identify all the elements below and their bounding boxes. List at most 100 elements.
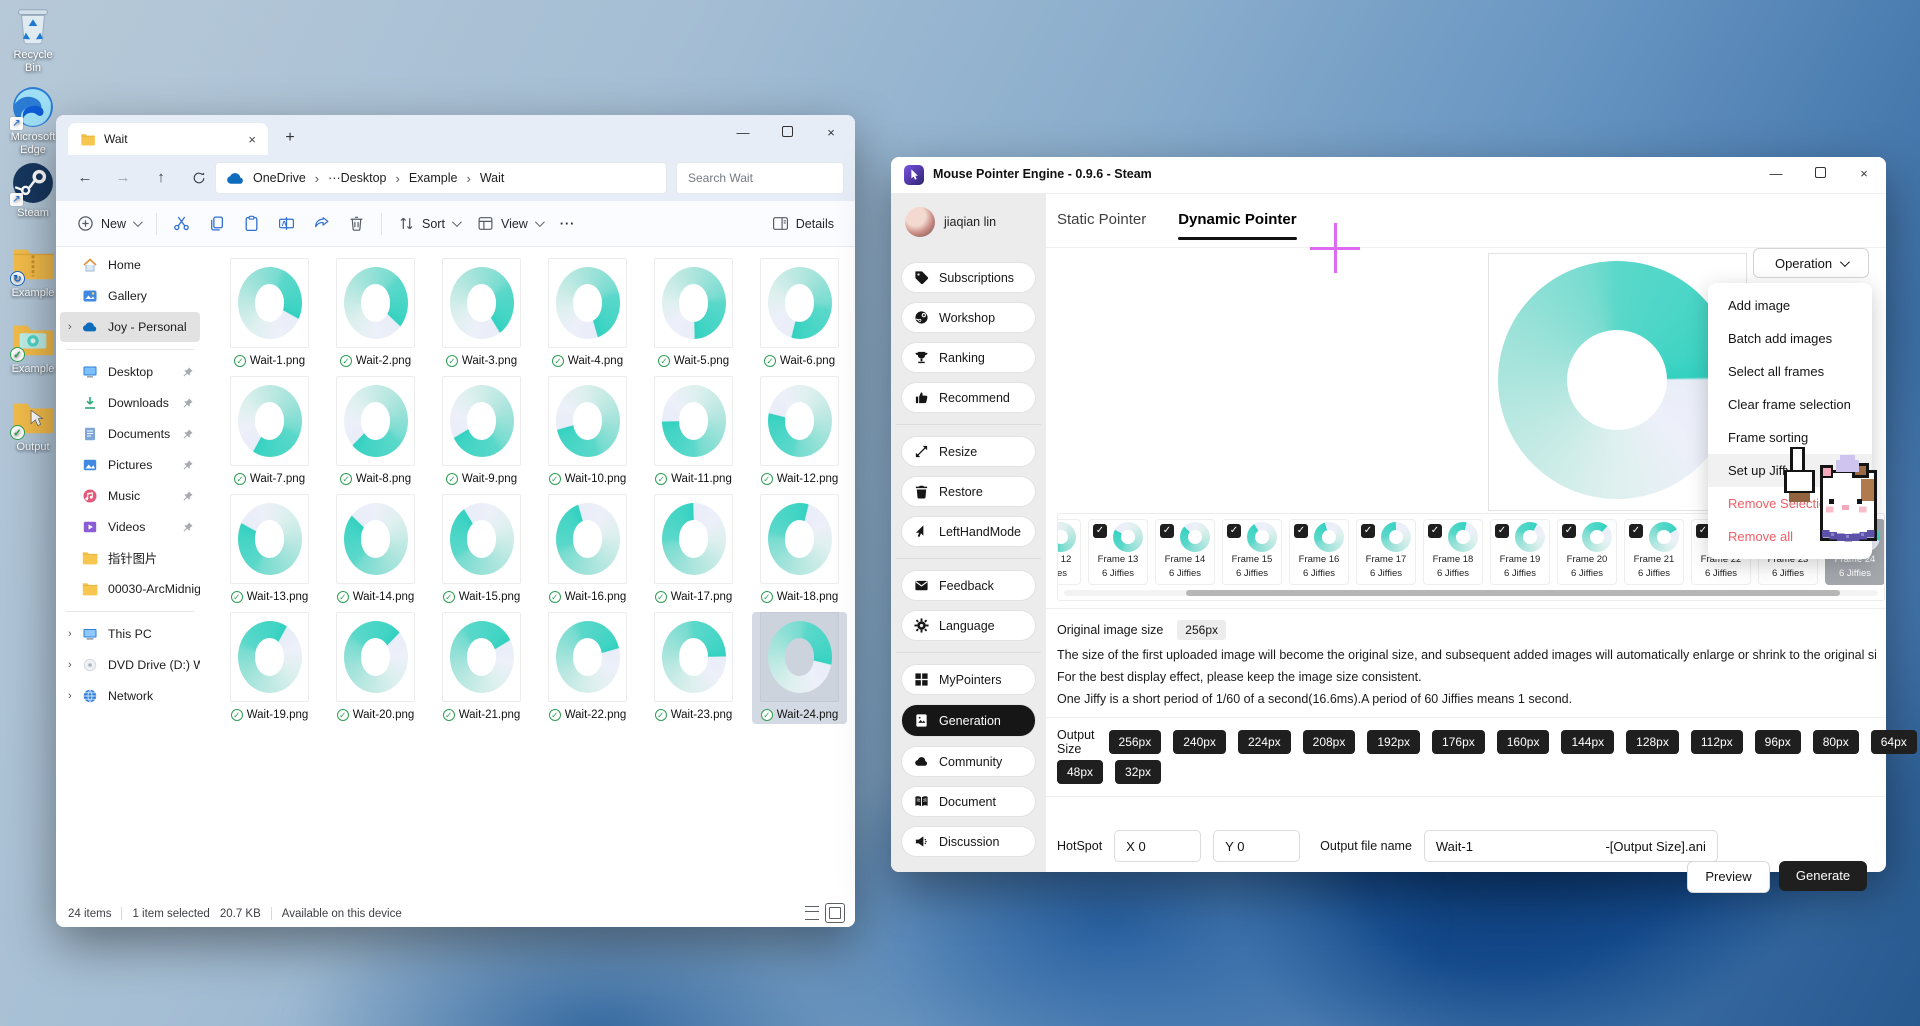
menu-item-clear-frame-selection[interactable]: Clear frame selection: [1708, 388, 1872, 421]
file-wait-16-png[interactable]: ✓ Wait-16.png: [540, 494, 635, 606]
paste-button[interactable]: [234, 208, 269, 240]
frame-checkbox[interactable]: ✓: [1160, 524, 1174, 538]
frame-tile-18[interactable]: ✓ Frame 18 6 Jiffies: [1423, 519, 1483, 585]
delete-button[interactable]: [339, 208, 374, 240]
output-size-48px[interactable]: 48px: [1057, 760, 1104, 784]
output-file-name-input[interactable]: Wait-1 -[Output Size].ani: [1423, 830, 1718, 862]
output-size-112px[interactable]: 112px: [1690, 730, 1743, 754]
frame-tile-12[interactable]: ✓Frame 126 Jiffies: [1058, 519, 1081, 585]
sidebar-item-resize[interactable]: Resize: [902, 437, 1035, 466]
output-size-96px[interactable]: 96px: [1754, 730, 1801, 754]
sidebar-item-gallery[interactable]: Gallery: [60, 281, 200, 311]
generate-button[interactable]: Generate: [1779, 861, 1867, 891]
file-wait-4-png[interactable]: ✓ Wait-4.png: [540, 258, 635, 370]
breadcrumb[interactable]: OneDrive › ··· Desktop › Example › Wait: [215, 162, 667, 194]
sidebar-item-ranking[interactable]: Ranking: [902, 343, 1035, 372]
file-wait-15-png[interactable]: ✓ Wait-15.png: [434, 494, 529, 606]
sidebar-item-music[interactable]: Music: [60, 481, 200, 511]
preview-button[interactable]: Preview: [1687, 861, 1770, 893]
close-button[interactable]: ×: [1842, 157, 1886, 191]
file-wait-10-png[interactable]: ✓ Wait-10.png: [540, 376, 635, 488]
sidebar-item-00030-arcmidnight[interactable]: 00030-ArcMidnight: [60, 574, 200, 604]
sidebar-item-videos[interactable]: Videos: [60, 512, 200, 542]
file-wait-2-png[interactable]: ✓ Wait-2.png: [328, 258, 423, 370]
file-wait-23-png[interactable]: ✓ Wait-23.png: [646, 612, 741, 724]
list-view-icon[interactable]: [805, 906, 819, 920]
more-options-button[interactable]: ···: [551, 208, 585, 240]
breadcrumb-item-wait[interactable]: Wait: [480, 171, 505, 185]
file-wait-8-png[interactable]: ✓ Wait-8.png: [328, 376, 423, 488]
frame-tile-16[interactable]: ✓ Frame 16 6 Jiffies: [1289, 519, 1349, 585]
file-wait-6-png[interactable]: ✓ Wait-6.png: [752, 258, 847, 370]
refresh-button[interactable]: [184, 163, 214, 193]
frame-checkbox[interactable]: ✓: [1562, 524, 1576, 538]
cut-button[interactable]: [164, 208, 199, 240]
frame-tile-15[interactable]: ✓ Frame 15 6 Jiffies: [1222, 519, 1282, 585]
frame-tile-17[interactable]: ✓ Frame 17 6 Jiffies: [1356, 519, 1416, 585]
menu-item-select-all-frames[interactable]: Select all frames: [1708, 355, 1872, 388]
sidebar-item-document[interactable]: Document: [902, 787, 1035, 816]
file-wait-17-png[interactable]: ✓ Wait-17.png: [646, 494, 741, 606]
search-input[interactable]: Search Wait: [676, 162, 844, 194]
frame-scrollbar[interactable]: [1186, 590, 1840, 596]
close-button[interactable]: ×: [809, 115, 853, 151]
frame-checkbox[interactable]: ✓: [1093, 524, 1107, 538]
new-button[interactable]: New: [68, 208, 149, 240]
sidebar-item-generation[interactable]: Generation: [902, 705, 1035, 736]
tab-dynamic-pointer[interactable]: Dynamic Pointer: [1178, 211, 1297, 240]
file-wait-7-png[interactable]: ✓ Wait-7.png: [222, 376, 317, 488]
file-wait-3-png[interactable]: ✓ Wait-3.png: [434, 258, 529, 370]
minimize-button[interactable]: —: [721, 115, 765, 151]
sidebar-item-subscriptions[interactable]: Subscriptions: [902, 263, 1035, 292]
share-button[interactable]: [304, 208, 339, 240]
frame-checkbox[interactable]: ✓: [1629, 524, 1643, 538]
file-wait-20-png[interactable]: ✓ Wait-20.png: [328, 612, 423, 724]
file-wait-1-png[interactable]: ✓ Wait-1.png: [222, 258, 317, 370]
forward-button[interactable]: →: [108, 163, 138, 193]
file-wait-14-png[interactable]: ✓ Wait-14.png: [328, 494, 423, 606]
frame-checkbox[interactable]: ✓: [1294, 524, 1308, 538]
sidebar-item-home[interactable]: Home: [60, 250, 200, 280]
sidebar-item-documents[interactable]: Documents: [60, 419, 200, 449]
tab-static-pointer[interactable]: Static Pointer: [1057, 211, 1146, 240]
output-size-160px[interactable]: 160px: [1496, 730, 1550, 754]
sidebar-item-mypointers[interactable]: MyPointers: [902, 665, 1035, 694]
output-size-224px[interactable]: 224px: [1237, 730, 1291, 754]
file-wait-24-png[interactable]: ✓ Wait-24.png: [752, 612, 847, 724]
view-button[interactable]: View: [468, 208, 551, 240]
sidebar-item-pictures[interactable]: Pictures: [60, 450, 200, 480]
desktop-icon-recycle-bin[interactable]: Recycle Bin: [4, 4, 62, 75]
sort-button[interactable]: Sort: [389, 208, 468, 240]
file-wait-12-png[interactable]: ✓ Wait-12.png: [752, 376, 847, 488]
rename-button[interactable]: [269, 208, 304, 240]
sidebar-item-discussion[interactable]: Discussion: [902, 827, 1035, 856]
sidebar-item-this-pc[interactable]: › This PC: [60, 619, 200, 649]
file-wait-18-png[interactable]: ✓ Wait-18.png: [752, 494, 847, 606]
desktop-icon-example[interactable]: ↻ Example: [4, 242, 62, 300]
menu-item-batch-add-images[interactable]: Batch add images: [1708, 322, 1872, 355]
output-size-144px[interactable]: 144px: [1561, 730, 1615, 754]
maximize-button[interactable]: [765, 115, 809, 151]
sidebar-item-language[interactable]: Language: [902, 611, 1035, 640]
sidebar-item-workshop[interactable]: Workshop: [902, 303, 1035, 332]
back-button[interactable]: ←: [70, 163, 100, 193]
hotspot-y-input[interactable]: Y 0: [1213, 830, 1301, 862]
sidebar-item-restore[interactable]: Restore: [902, 477, 1035, 506]
frame-checkbox[interactable]: ✓: [1361, 524, 1375, 538]
output-size-32px[interactable]: 32px: [1115, 760, 1162, 784]
hotspot-x-input[interactable]: X 0: [1114, 830, 1202, 862]
output-size-176px[interactable]: 176px: [1432, 730, 1485, 754]
file-wait-9-png[interactable]: ✓ Wait-9.png: [434, 376, 529, 488]
desktop-icon-steam[interactable]: ↗ Steam: [4, 162, 62, 220]
sidebar-item-item[interactable]: 指针图片: [60, 543, 200, 573]
frame-tile-21[interactable]: ✓ Frame 21 6 Jiffies: [1624, 519, 1684, 585]
output-size-240px[interactable]: 240px: [1173, 730, 1226, 754]
up-button[interactable]: ↑: [146, 163, 176, 193]
desktop-icon-microsoft-edge[interactable]: ↗ Microsoft Edge: [4, 86, 62, 157]
file-wait-21-png[interactable]: ✓ Wait-21.png: [434, 612, 529, 724]
output-size-208px[interactable]: 208px: [1302, 730, 1356, 754]
frame-checkbox[interactable]: ✓: [1495, 524, 1509, 538]
breadcrumb-item-item[interactable]: ···: [328, 171, 341, 185]
operation-dropdown-button[interactable]: Operation: [1753, 248, 1869, 278]
breadcrumb-item-desktop[interactable]: Desktop: [341, 171, 387, 185]
